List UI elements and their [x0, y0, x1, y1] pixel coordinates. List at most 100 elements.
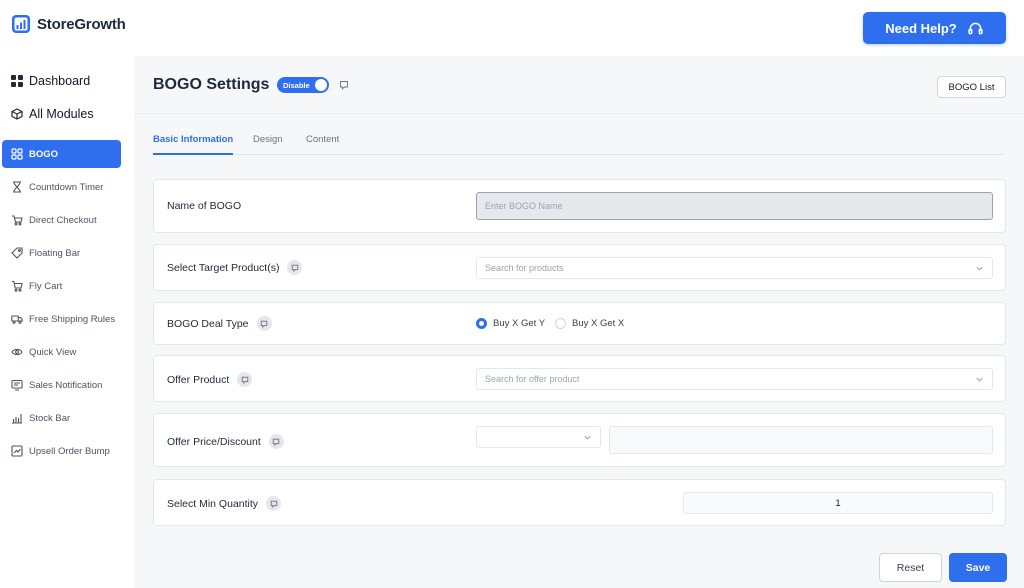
- target-info-chip[interactable]: [287, 260, 303, 275]
- name-label: Name of BOGO: [167, 200, 241, 212]
- radio-buy-x-get-x[interactable]: Buy X Get X: [555, 318, 624, 329]
- radio-buy-x-get-y[interactable]: Buy X Get Y: [476, 318, 545, 329]
- offer-label-text: Offer Product: [167, 373, 230, 386]
- tab-design[interactable]: Design: [253, 134, 283, 155]
- header-divider: [134, 113, 1024, 114]
- checkout-icon: [12, 215, 23, 226]
- min-quantity-row: Select Min Quantity 1: [153, 479, 1006, 526]
- status-toggle[interactable]: Disable: [277, 77, 329, 93]
- discount-value-input[interactable]: [609, 426, 993, 454]
- app-logo[interactable]: StoreGrowth: [11, 14, 126, 34]
- deal-label: BOGO Deal Type: [167, 316, 272, 331]
- target-products-placeholder: Search for products: [485, 263, 564, 273]
- cube-icon: [11, 108, 23, 120]
- deal-info-chip[interactable]: [256, 316, 272, 331]
- truck-icon: [11, 315, 23, 324]
- eye-icon: [11, 348, 23, 356]
- offer-product-placeholder: Search for offer product: [485, 374, 580, 384]
- save-button[interactable]: Save: [949, 553, 1007, 582]
- bogo-name-input[interactable]: Enter BOGO Name: [476, 192, 993, 220]
- price-label: Offer Price/Discount: [167, 434, 284, 449]
- price-info-chip[interactable]: [268, 434, 284, 449]
- tab-basic-information[interactable]: Basic Information: [153, 134, 234, 155]
- app-name: StoreGrowth: [37, 15, 126, 33]
- hourglass-icon: [13, 181, 21, 193]
- offer-product-row: Offer Product Search for offer product: [153, 355, 1006, 402]
- settings-tabs: Basic Information Design Content: [153, 134, 1005, 155]
- sidebar-item-quick-view[interactable]: Quick View: [2, 338, 121, 366]
- sidebar: Dashboard All Modules BOGO Countdown Tim…: [0, 56, 134, 588]
- chevron-down-icon: [584, 435, 591, 440]
- sidebar-item-label: Upsell Order Bump: [29, 445, 110, 457]
- sidebar-item-sales-notification[interactable]: Sales Notification: [2, 371, 121, 399]
- target-products-select[interactable]: Search for products: [476, 257, 993, 279]
- min-qty-info-chip[interactable]: [266, 496, 282, 511]
- nav-dashboard[interactable]: Dashboard: [11, 74, 90, 88]
- status-toggle-label: Disable: [283, 80, 310, 90]
- sidebar-item-bogo[interactable]: BOGO: [2, 140, 121, 168]
- bar-chart-icon: [12, 414, 22, 424]
- main-content: BOGO Settings Disable BOGO List Basic In…: [134, 56, 1024, 588]
- sidebar-item-fly-cart[interactable]: Fly Cart: [2, 272, 121, 300]
- sidebar-item-direct-checkout[interactable]: Direct Checkout: [2, 206, 121, 234]
- min-qty-label-text: Select Min Quantity: [167, 497, 259, 510]
- discount-type-select[interactable]: [476, 426, 601, 448]
- sidebar-item-label: Free Shipping Rules: [29, 313, 116, 325]
- offer-price-row: Offer Price/Discount: [153, 413, 1006, 467]
- price-label-text: Offer Price/Discount: [167, 435, 261, 448]
- info-icon: [260, 320, 268, 328]
- radio-checked-icon: [476, 318, 487, 329]
- sidebar-item-label: BOGO: [29, 148, 59, 160]
- sidebar-item-upsell-order-bump[interactable]: Upsell Order Bump: [2, 437, 121, 465]
- reset-button[interactable]: Reset: [879, 553, 942, 582]
- deal-label-text: BOGO Deal Type: [167, 317, 249, 330]
- chevron-down-icon: [976, 266, 983, 271]
- tag-icon: [11, 247, 23, 259]
- bogo-icon: [11, 148, 23, 160]
- radio-unchecked-icon: [555, 318, 566, 329]
- target-label-text: Select Target Product(s): [167, 261, 280, 274]
- toggle-knob: [315, 79, 327, 91]
- cart-icon: [12, 280, 23, 292]
- sidebar-item-label: Sales Notification: [29, 379, 103, 391]
- tab-content[interactable]: Content: [306, 134, 339, 155]
- grid-icon: [11, 75, 23, 87]
- chevron-down-icon: [976, 377, 983, 382]
- min-quantity-input[interactable]: 1: [683, 492, 993, 514]
- logo-icon: [12, 15, 30, 33]
- info-icon: [270, 500, 277, 508]
- sidebar-item-label: Floating Bar: [29, 247, 81, 259]
- target-label: Select Target Product(s): [167, 260, 303, 275]
- page-title: BOGO Settings: [153, 76, 270, 93]
- top-bar: StoreGrowth Need Help?: [0, 0, 1024, 56]
- sidebar-item-label: Stock Bar: [29, 412, 71, 424]
- name-row: Name of BOGO Enter BOGO Name: [153, 179, 1006, 233]
- nav-dashboard-label: Dashboard: [29, 74, 91, 88]
- min-qty-label: Select Min Quantity: [167, 496, 282, 511]
- radio-label: Buy X Get X: [572, 318, 625, 329]
- info-icon[interactable]: [339, 80, 349, 90]
- sidebar-item-floating-bar[interactable]: Floating Bar: [2, 239, 121, 267]
- info-icon: [291, 264, 299, 272]
- trend-icon: [11, 445, 23, 457]
- nav-all-modules[interactable]: All Modules: [11, 107, 94, 121]
- offer-label: Offer Product: [167, 372, 253, 387]
- headset-icon: [968, 22, 983, 34]
- notification-icon: [11, 379, 23, 391]
- offer-info-chip[interactable]: [237, 372, 253, 387]
- sidebar-item-free-shipping-rules[interactable]: Free Shipping Rules: [2, 305, 121, 333]
- sidebar-item-stock-bar[interactable]: Stock Bar: [2, 404, 121, 432]
- offer-product-select[interactable]: Search for offer product: [476, 368, 993, 390]
- need-help-label: Need Help?: [885, 20, 957, 36]
- need-help-button[interactable]: Need Help?: [863, 12, 1006, 44]
- sidebar-item-label: Countdown Timer: [29, 181, 104, 193]
- radio-label: Buy X Get Y: [493, 318, 546, 329]
- info-icon: [241, 376, 249, 384]
- sidebar-item-countdown-timer[interactable]: Countdown Timer: [2, 173, 121, 201]
- bogo-list-button[interactable]: BOGO List: [937, 76, 1006, 98]
- nav-all-modules-label: All Modules: [29, 107, 94, 121]
- sidebar-item-label: Direct Checkout: [29, 214, 97, 226]
- target-products-row: Select Target Product(s) Search for prod…: [153, 244, 1006, 291]
- info-icon: [273, 438, 280, 446]
- deal-type-row: BOGO Deal Type Buy X Get Y Buy X Get X: [153, 302, 1006, 345]
